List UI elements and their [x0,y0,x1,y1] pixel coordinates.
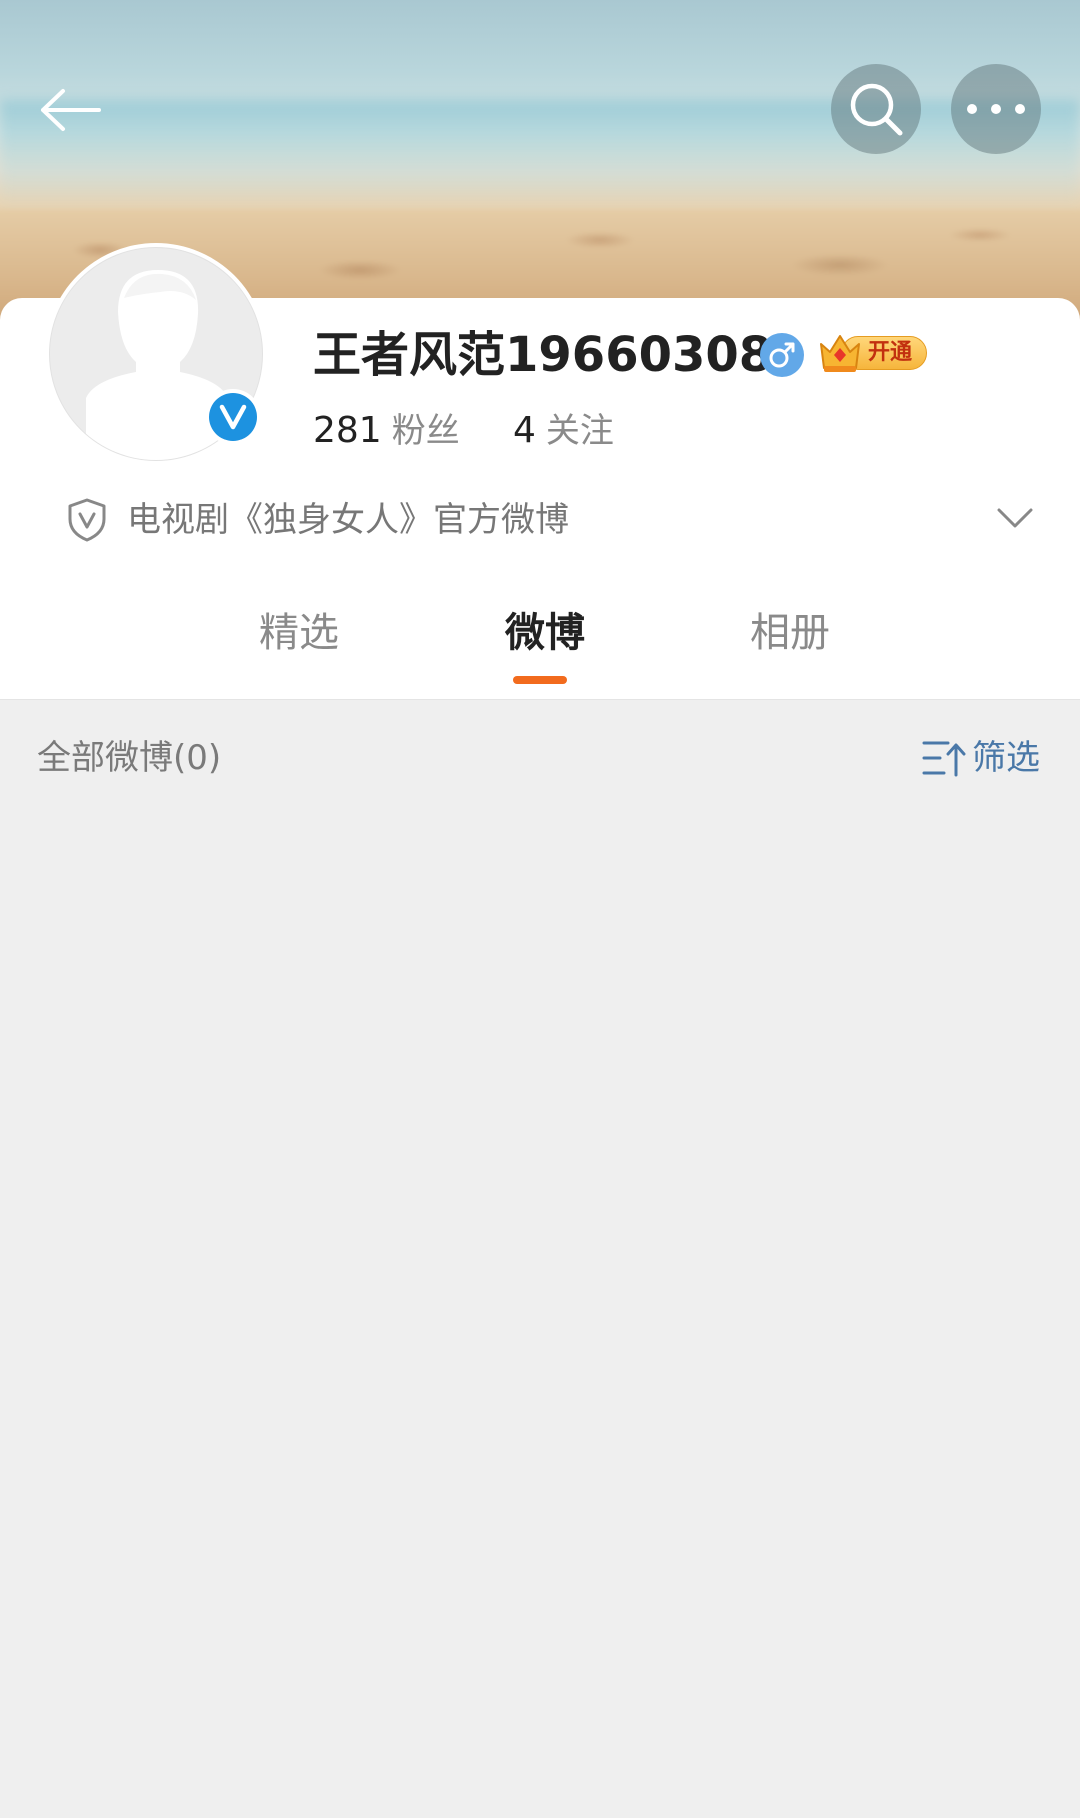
fans-label: 粉丝 [391,411,460,451]
tab-album[interactable]: 相册 [710,600,870,666]
search-button[interactable] [831,64,921,154]
back-arrow-icon [41,89,101,131]
male-gender-icon [760,333,804,377]
search-icon [850,83,903,136]
profile-tabs: 精选 微博 相册 [0,600,1080,700]
follow-label: 关注 [545,411,614,451]
tab-weibo[interactable]: 微博 [465,600,625,666]
filter-button[interactable]: 筛选 [922,728,1040,788]
verification-text: 电视剧《独身女人》官方微博 [127,500,569,540]
vip-open-button[interactable]: 开通 [817,330,929,376]
active-tab-indicator [513,676,567,684]
tab-featured[interactable]: 精选 [219,600,379,666]
back-button[interactable] [30,75,110,145]
filter-sort-icon [922,741,966,777]
vip-label: 开通 [867,340,912,365]
all-posts-count: 全部微博(0) [37,738,222,778]
fans-stat[interactable]: 281 粉丝 [313,404,460,464]
fans-count: 281 [313,410,382,451]
more-dots-icon [967,104,1025,114]
verification-info-row[interactable]: 电视剧《独身女人》官方微博 [0,490,1080,550]
follow-count: 4 [513,410,536,451]
chevron-down-icon[interactable] [996,506,1034,530]
shield-v-icon [68,498,106,542]
more-button[interactable] [951,64,1041,154]
follow-stat[interactable]: 4 关注 [513,404,614,464]
verified-v-icon [209,393,257,441]
filter-label: 筛选 [972,738,1040,778]
verified-badge [205,389,261,445]
username: 王者风范19660308 [313,327,773,383]
feed-header: 全部微博(0) 筛选 [0,700,1080,818]
